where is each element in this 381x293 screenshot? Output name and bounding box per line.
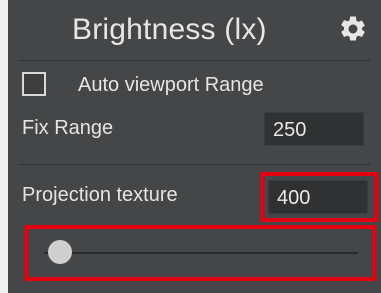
panel-title: Brightness (lx) [72,13,267,46]
gear-icon[interactable] [338,14,368,44]
highlight-box [24,225,376,281]
panel-header: Brightness (lx) [8,0,381,58]
projection-texture-label: Projection texture [22,184,178,206]
highlight-box [260,172,378,222]
brightness-panel: Brightness (lx) Auto viewport Range Fix … [8,0,381,293]
divider [20,60,370,61]
auto-viewport-checkbox[interactable] [22,72,46,96]
fix-range-label: Fix Range [22,117,114,139]
divider [20,164,370,165]
auto-viewport-label: Auto viewport Range [78,74,264,96]
fix-range-field[interactable]: 250 [264,112,364,146]
